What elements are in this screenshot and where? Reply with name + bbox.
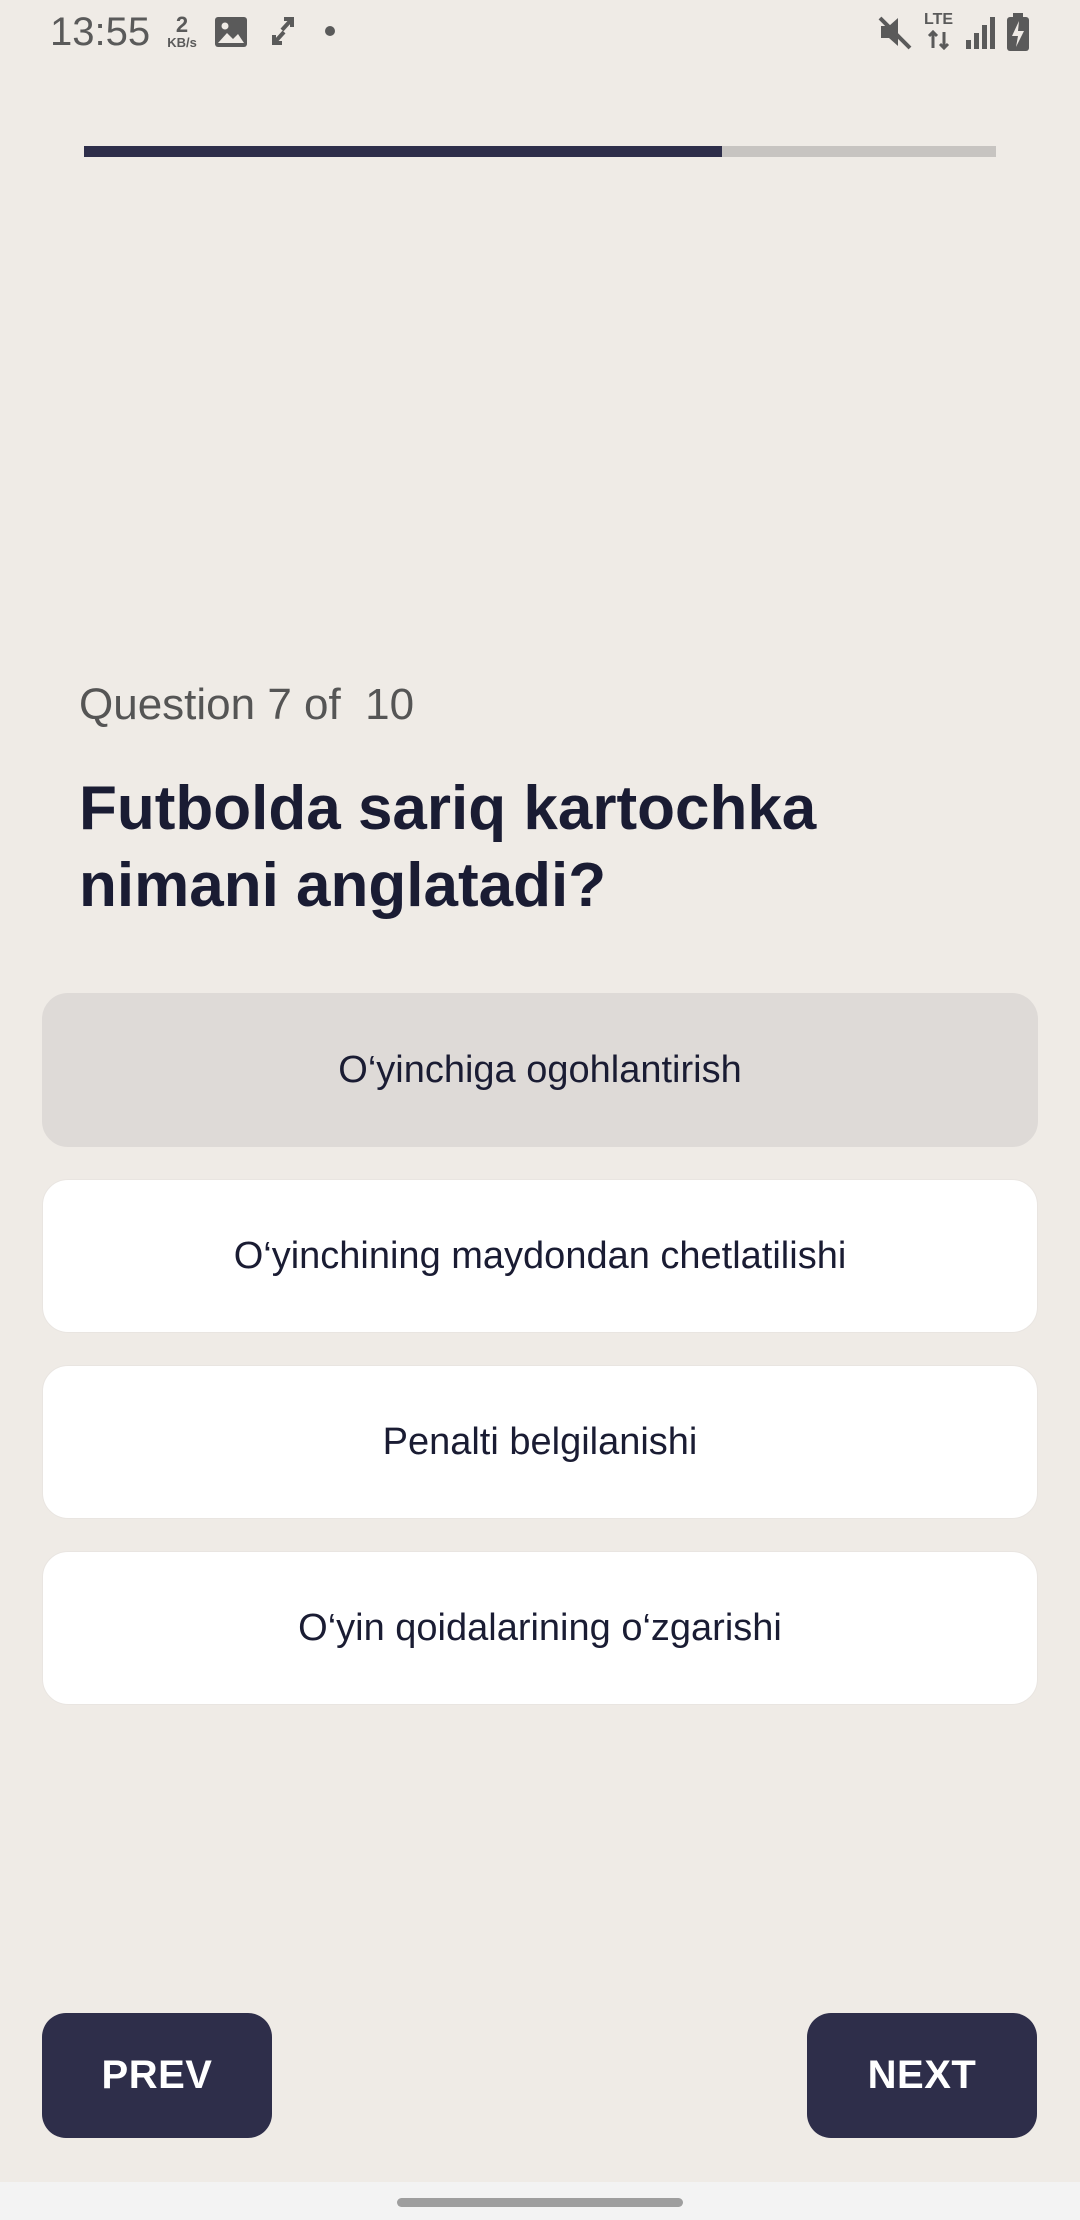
next-button-label: NEXT	[867, 2053, 977, 2097]
gesture-navigation-area	[0, 2182, 1080, 2220]
answer-option-label: O‘yinchining maydondan chetlatilishi	[233, 1234, 847, 1277]
network-speed-unit: KB/s	[167, 35, 197, 50]
home-indicator[interactable]	[397, 2198, 683, 2207]
battery-charging-icon	[1007, 13, 1029, 51]
answer-option-2[interactable]: O‘yinchining maydondan chetlatilishi	[42, 1179, 1038, 1333]
answer-option-3[interactable]: Penalti belgilanishi	[42, 1365, 1038, 1519]
network-speed-value: 2	[175, 12, 189, 37]
lte-icon	[927, 30, 950, 50]
image-icon	[215, 17, 247, 47]
answer-option-label: O‘yin qoidalarining o‘zgarishi	[298, 1606, 782, 1649]
question-counter-label: Question 7 of 10	[79, 680, 415, 729]
answer-options: O‘yinchiga ogohlantirish O‘yinchining ma…	[42, 993, 1038, 1737]
mute-icon	[878, 16, 912, 50]
quiz-progress-bar	[84, 146, 996, 157]
answer-option-1[interactable]: O‘yinchiga ogohlantirish	[42, 993, 1038, 1147]
answer-option-label: O‘yinchiga ogohlantirish	[338, 1048, 742, 1091]
status-time: 13:55	[50, 10, 151, 54]
prev-button-label: PREV	[101, 2053, 213, 2097]
answer-option-label: Penalti belgilanishi	[382, 1420, 698, 1463]
dot-icon	[325, 26, 335, 36]
network-speed: 2 KB/s	[160, 12, 204, 50]
question-text: Futbolda sariq kartochka nimani anglatad…	[79, 774, 817, 920]
prev-button[interactable]: PREV	[42, 2013, 272, 2138]
question-counter: Question 7 of 10	[79, 680, 414, 730]
next-button[interactable]: NEXT	[807, 2013, 1037, 2138]
signal-icon	[966, 17, 995, 49]
status-bar: 13:55 2 KB/s LTE	[0, 0, 1080, 66]
answer-option-4[interactable]: O‘yin qoidalarining o‘zgarishi	[42, 1551, 1038, 1705]
lte-label: LTE	[924, 11, 954, 28]
quiz-progress-fill	[84, 146, 723, 157]
sync-icon	[272, 17, 294, 45]
